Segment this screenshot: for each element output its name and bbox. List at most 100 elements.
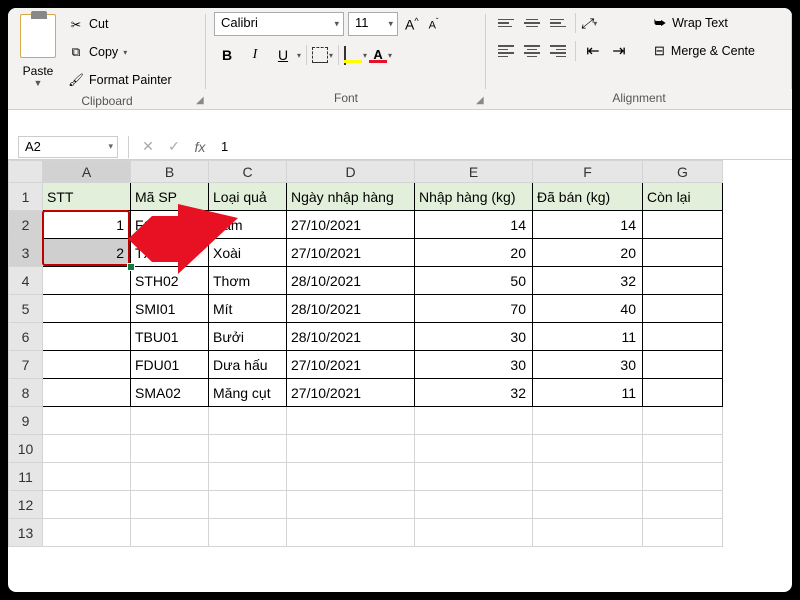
cell[interactable] [43,351,131,379]
row-header[interactable]: 11 [9,463,43,491]
cell[interactable]: TBU01 [131,323,209,351]
cell[interactable]: TXC [131,239,209,267]
cell[interactable]: STT [43,183,131,211]
cell[interactable] [643,295,723,323]
cell[interactable]: 30 [415,351,533,379]
cell[interactable]: 14 [533,211,643,239]
cell[interactable] [643,435,723,463]
cell[interactable] [43,267,131,295]
align-bottom-button[interactable] [546,12,570,34]
cell[interactable] [643,351,723,379]
align-top-button[interactable] [494,12,518,34]
cell[interactable]: 20 [415,239,533,267]
enter-button[interactable]: ✓ [161,138,187,155]
cell[interactable]: Loại quả [209,183,287,211]
cell[interactable]: Thơm [209,267,287,295]
cell[interactable]: 28/10/2021 [287,267,415,295]
cell[interactable] [643,239,723,267]
cell[interactable] [533,519,643,547]
cell[interactable] [287,519,415,547]
row-header[interactable]: 2 [9,211,43,239]
cell[interactable] [209,435,287,463]
cell[interactable] [643,463,723,491]
cell[interactable]: 11 [533,323,643,351]
cell[interactable] [533,435,643,463]
cell[interactable] [643,407,723,435]
fill-color-button[interactable]: ▾ [344,47,367,63]
column-header[interactable]: G [643,161,723,183]
column-header[interactable]: C [209,161,287,183]
spreadsheet-grid[interactable]: ABCDEFG1STTMã SPLoại quảNgày nhập hàngNh… [8,160,792,547]
cell[interactable]: 28/10/2021 [287,295,415,323]
cell[interactable]: Dưa hấu [209,351,287,379]
row-header[interactable]: 9 [9,407,43,435]
row-header[interactable]: 7 [9,351,43,379]
chevron-down-icon[interactable]: ▼ [34,78,43,88]
column-header[interactable]: B [131,161,209,183]
cell[interactable]: 27/10/2021 [287,379,415,407]
fx-button[interactable]: fx [187,139,213,155]
align-left-button[interactable] [494,40,518,62]
cell[interactable] [43,323,131,351]
cell[interactable] [131,435,209,463]
font-color-button[interactable]: A▾ [369,47,392,63]
row-header[interactable]: 1 [9,183,43,211]
cell[interactable] [643,491,723,519]
cell[interactable] [209,463,287,491]
cell[interactable] [131,491,209,519]
cell[interactable] [209,519,287,547]
name-box[interactable]: A2 ▾ [18,136,118,158]
row-header[interactable]: 12 [9,491,43,519]
formula-bar-input[interactable]: 1 [213,137,792,156]
cell[interactable]: FCA01 [131,211,209,239]
format-painter-button[interactable]: 🖌 Format Painter [66,68,174,92]
cell[interactable]: 32 [533,267,643,295]
bold-button[interactable]: B [214,42,240,68]
row-header[interactable]: 3 [9,239,43,267]
cell[interactable] [643,211,723,239]
font-name-select[interactable]: Calibri ▾ [214,12,344,36]
cell[interactable] [131,463,209,491]
cell[interactable] [533,491,643,519]
cell[interactable]: 32 [415,379,533,407]
merge-center-button[interactable]: ⊟ Merge & Cente [654,40,755,62]
decrease-font-button[interactable]: Aˇ [426,15,442,34]
column-header[interactable]: D [287,161,415,183]
cell[interactable] [43,519,131,547]
wrap-text-button[interactable]: ⮩ Wrap Text [654,12,755,34]
cell[interactable] [643,323,723,351]
select-all-corner[interactable] [9,161,43,183]
cancel-button[interactable]: ✕ [135,138,161,155]
cell[interactable]: SMA02 [131,379,209,407]
cell[interactable]: Nhập hàng (kg) [415,183,533,211]
cut-button[interactable]: ✂ Cut [66,12,174,36]
cell[interactable] [533,407,643,435]
cell[interactable]: 1 [43,211,131,239]
cell[interactable]: Ngày nhập hàng [287,183,415,211]
increase-indent-button[interactable]: ⇥ [607,40,631,62]
cell[interactable] [43,491,131,519]
cell[interactable]: FDU01 [131,351,209,379]
cell[interactable] [43,295,131,323]
cell[interactable]: Xoài [209,239,287,267]
cell[interactable]: 30 [533,351,643,379]
row-header[interactable]: 6 [9,323,43,351]
cell[interactable] [643,519,723,547]
row-header[interactable]: 4 [9,267,43,295]
cell[interactable] [415,463,533,491]
align-middle-button[interactable] [520,12,544,34]
cell[interactable] [131,519,209,547]
cell[interactable]: SMI01 [131,295,209,323]
cell[interactable] [287,491,415,519]
cell[interactable] [43,435,131,463]
underline-button[interactable]: U▾ [270,42,301,68]
cell[interactable] [43,379,131,407]
cell[interactable] [131,407,209,435]
cell[interactable]: 27/10/2021 [287,211,415,239]
cell[interactable] [209,407,287,435]
cell[interactable]: 11 [533,379,643,407]
cell[interactable] [643,379,723,407]
column-header[interactable]: E [415,161,533,183]
row-header[interactable]: 13 [9,519,43,547]
cell[interactable]: Măng cụt [209,379,287,407]
